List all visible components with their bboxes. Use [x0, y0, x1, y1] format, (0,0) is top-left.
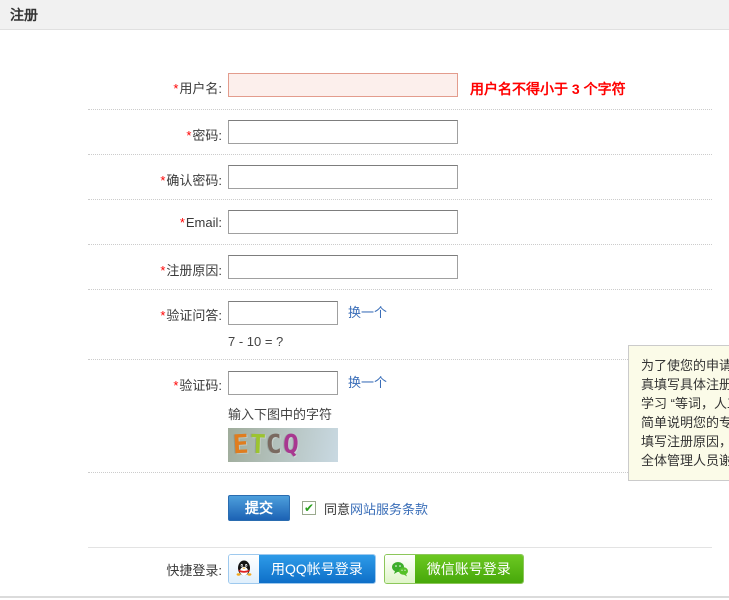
password-row: *密码:	[0, 120, 729, 144]
page-title: 注册	[0, 0, 38, 30]
password-label: *密码:	[0, 120, 222, 144]
required-mark: *	[160, 173, 165, 188]
register-reason-input[interactable]	[228, 255, 458, 279]
agree-checkbox[interactable]: ✔	[302, 501, 316, 515]
register-reason-label: *注册原因:	[0, 255, 222, 279]
security-question-text: 7 - 10 = ?	[228, 334, 387, 349]
submit-button[interactable]: 提交	[228, 495, 290, 521]
captcha-input[interactable]	[228, 371, 338, 395]
section-separator	[88, 547, 712, 548]
tooltip-line: 填写注册原因，能	[641, 432, 729, 451]
captcha-letter: E	[232, 428, 250, 462]
captcha-label: *验证码:	[0, 370, 222, 394]
captcha-hint: 输入下图中的字符	[228, 404, 387, 423]
tooltip-line: 为了使您的申请 上	[641, 356, 729, 375]
email-input[interactable]	[228, 210, 458, 234]
agree-terms: ✔ 同意网站服务条款	[302, 499, 428, 518]
email-row: *Email:	[0, 210, 729, 234]
captcha-row: *验证码: 换一个 输入下图中的字符 E T C Q	[0, 370, 729, 462]
email-label: *Email:	[0, 210, 222, 230]
registration-form: *用户名: 用户名不得小于 3 个字符 *密码: *确认密码: *Email: …	[0, 30, 729, 584]
change-captcha-link[interactable]: 换一个	[348, 370, 387, 396]
row-separator	[88, 199, 712, 200]
required-mark: *	[160, 263, 165, 278]
tooltip-line: 全体管理人员谢谢	[641, 451, 729, 470]
register-reason-row: *注册原因:	[0, 255, 729, 279]
captcha-letter: C	[266, 428, 284, 462]
agree-prefix: 同意	[324, 502, 350, 517]
captcha-image: E T C Q	[228, 428, 338, 462]
qq-login-button[interactable]: 用QQ帐号登录	[228, 554, 376, 584]
confirm-password-input[interactable]	[228, 165, 458, 189]
row-separator	[88, 109, 712, 110]
tooltip-line: 学习 “等词，人工	[641, 394, 729, 413]
required-mark: *	[173, 81, 178, 96]
page-header: 注册	[0, 0, 729, 30]
change-question-link[interactable]: 换一个	[348, 300, 387, 326]
page-bottom-divider	[0, 596, 729, 598]
row-separator	[88, 154, 712, 155]
row-separator	[88, 244, 712, 245]
confirm-password-label: *确认密码:	[0, 165, 222, 189]
wechat-login-label: 微信账号登录	[415, 555, 523, 583]
quick-login-label: 快捷登录:	[0, 560, 222, 579]
tooltip-line: 简单说明您的专业	[641, 413, 729, 432]
qq-login-label: 用QQ帐号登录	[259, 555, 375, 583]
registration-page: 注册 *用户名: 用户名不得小于 3 个字符 *密码: *确认密码: *Emai…	[0, 0, 729, 600]
tooltip-line: 真填写具体注册原	[641, 375, 729, 394]
required-mark: *	[180, 215, 185, 230]
terms-of-service-link[interactable]: 网站服务条款	[350, 502, 428, 517]
username-label: *用户名:	[0, 73, 222, 97]
captcha-letter: Q	[282, 428, 300, 462]
register-reason-tooltip: 为了使您的申请 上 真填写具体注册原 学习 “等词，人工 简单说明您的专业 填写…	[628, 345, 729, 481]
username-error: 用户名不得小于 3 个字符	[470, 73, 626, 99]
checkbox-check-icon: ✔	[304, 502, 314, 514]
wechat-icon	[385, 555, 415, 583]
row-separator	[88, 289, 712, 290]
password-input[interactable]	[228, 120, 458, 144]
security-question-row: *验证问答: 换一个 7 - 10 = ?	[0, 300, 729, 349]
submit-row: 提交 ✔ 同意网站服务条款	[228, 483, 729, 521]
captcha-letter: T	[249, 428, 267, 462]
username-row: *用户名: 用户名不得小于 3 个字符	[0, 73, 729, 99]
security-question-label: *验证问答:	[0, 300, 222, 324]
row-separator	[88, 359, 712, 360]
qq-penguin-icon	[229, 555, 259, 583]
row-separator	[88, 472, 712, 473]
required-mark: *	[173, 378, 178, 393]
required-mark: *	[186, 128, 191, 143]
wechat-login-button[interactable]: 微信账号登录	[384, 554, 524, 584]
required-mark: *	[160, 308, 165, 323]
username-input[interactable]	[228, 73, 458, 97]
confirm-password-row: *确认密码:	[0, 165, 729, 189]
quick-login-row: 快捷登录: 用QQ帐号登录	[0, 554, 729, 584]
security-question-input[interactable]	[228, 301, 338, 325]
